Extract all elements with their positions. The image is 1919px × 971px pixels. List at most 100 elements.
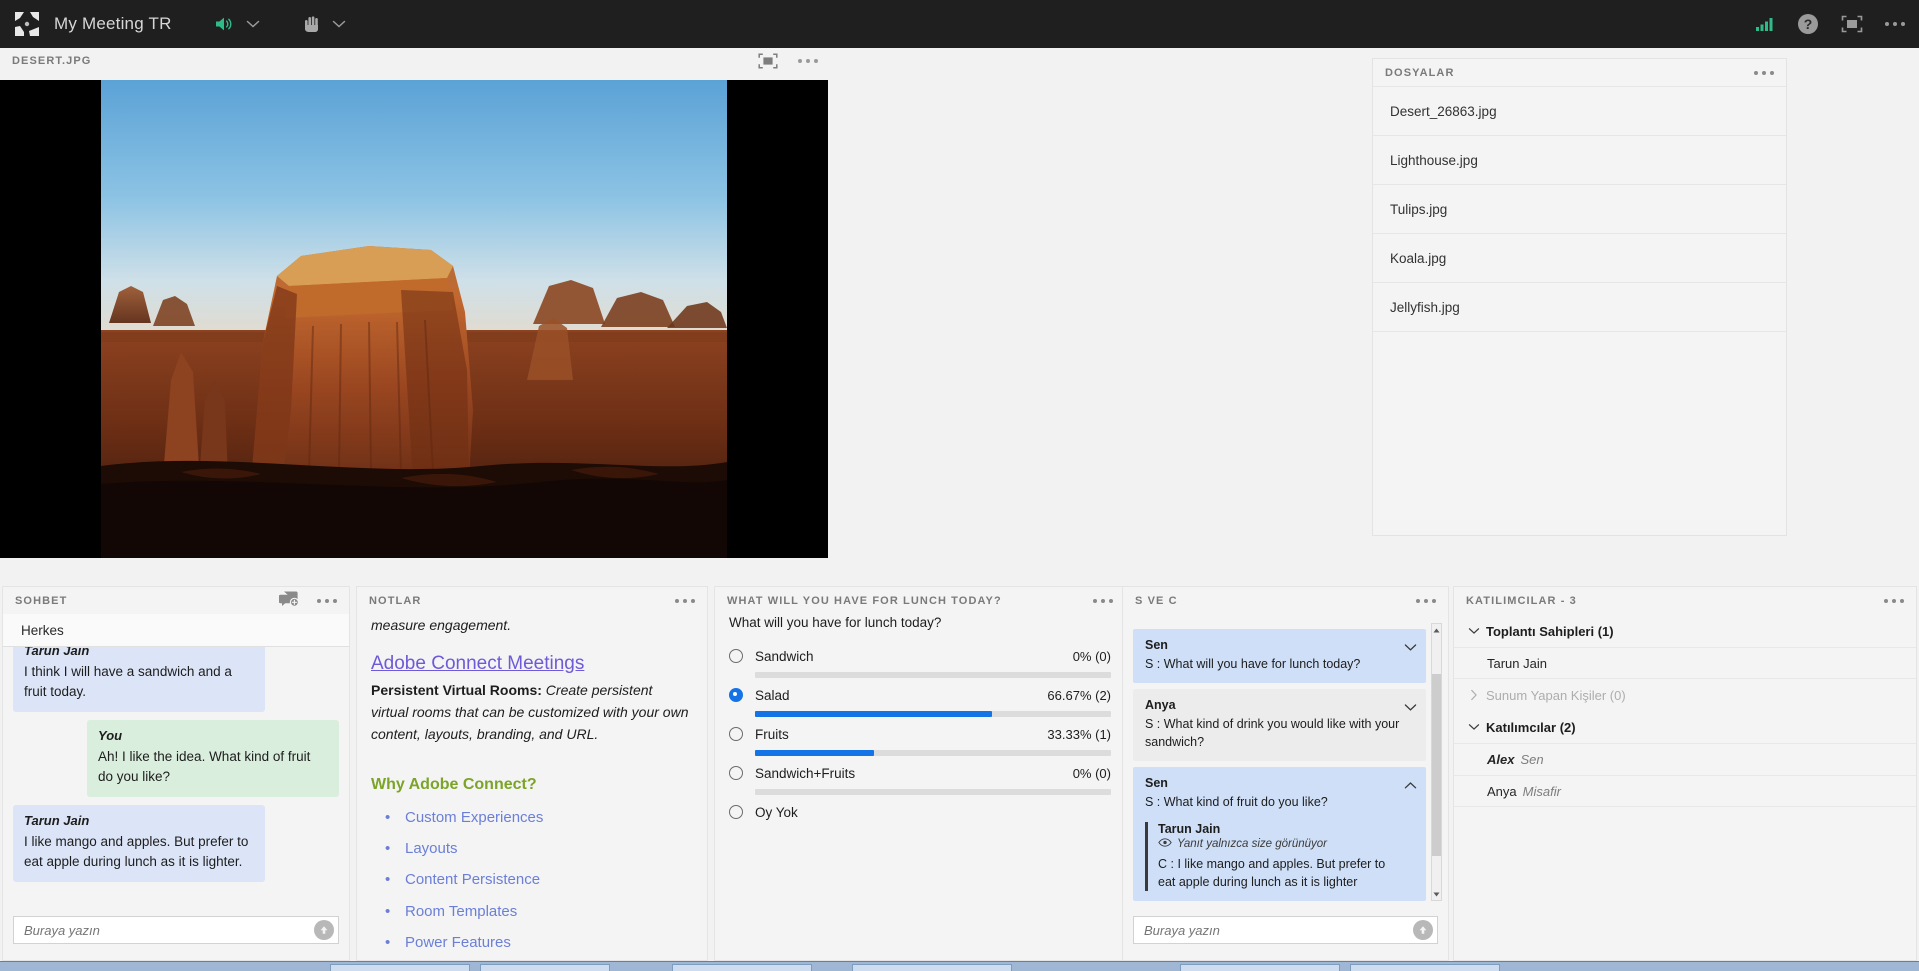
chevron-down-icon[interactable] <box>1404 639 1417 657</box>
share-pod: DESERT.JPG <box>0 48 828 558</box>
file-list-item[interactable]: Tulips.jpg <box>1373 184 1786 233</box>
poll-radio[interactable] <box>729 805 743 819</box>
chevron-right-icon[interactable] <box>1462 689 1486 701</box>
qa-question-item[interactable]: Anya S : What kind of drink you would li… <box>1133 689 1426 762</box>
qa-question-item[interactable]: Sen S : What will you have for lunch tod… <box>1133 629 1426 684</box>
file-list-item[interactable]: Koala.jpg <box>1373 233 1786 282</box>
notes-pod-menu-icon[interactable] <box>675 598 695 603</box>
poll-option[interactable]: Oy Yok <box>729 800 1111 824</box>
poll-option[interactable]: Sandwich 0% (0) <box>729 644 1111 678</box>
chevron-up-icon[interactable] <box>1404 777 1417 795</box>
taskbar-button[interactable] <box>1350 964 1500 971</box>
new-chat-icon[interactable] <box>278 590 299 612</box>
notes-body[interactable]: measure engagement. Adobe Connect Meetin… <box>357 615 707 962</box>
poll-radio[interactable] <box>729 727 743 741</box>
notes-bullet-item[interactable]: Content Persistence <box>371 868 693 892</box>
raise-hand-control[interactable] <box>302 14 346 34</box>
qa-question-list[interactable]: Sen S : What will you have for lunch tod… <box>1123 617 1448 904</box>
qa-send-arrow-icon[interactable] <box>1413 920 1433 940</box>
qa-question-text: S : What kind of fruit do you like? <box>1145 795 1328 810</box>
file-list-item[interactable]: Lighthouse.jpg <box>1373 135 1786 184</box>
poll-pod-header: WHAT WILL YOU HAVE FOR LUNCH TODAY? <box>715 587 1125 614</box>
chat-message-sender: You <box>98 727 123 743</box>
poll-option[interactable]: Fruits 33.33% (1) <box>729 722 1111 756</box>
poll-pod-menu-icon[interactable] <box>1093 598 1113 603</box>
bottom-pod-row: SOHBET Herkes Tarun Jain I think I will … <box>0 586 1919 961</box>
attendee-row[interactable]: Anya Misafir <box>1454 775 1916 807</box>
files-pod: DOSYALAR Desert_26863.jpg Lighthouse.jpg… <box>1372 58 1787 536</box>
send-arrow-icon[interactable] <box>314 920 334 940</box>
chat-tab-bar: Herkes <box>3 614 349 647</box>
scroll-down-arrow-icon[interactable] <box>1432 888 1441 900</box>
share-pod-stage[interactable] <box>0 80 828 558</box>
scroll-up-arrow-icon[interactable] <box>1432 624 1441 636</box>
poll-option-bar <box>755 672 1111 678</box>
notes-bullet-item[interactable]: Room Templates <box>371 900 693 924</box>
files-pod-menu-icon[interactable] <box>1754 70 1774 75</box>
taskbar-button[interactable] <box>480 964 610 971</box>
notes-bullet-item[interactable]: Custom Experiences <box>371 806 693 830</box>
file-list-item[interactable]: Desert_26863.jpg <box>1373 86 1786 135</box>
chat-pod-menu-icon[interactable] <box>317 598 337 603</box>
poll-radio[interactable] <box>729 688 743 702</box>
qa-question-item[interactable]: Sen S : What kind of fruit do you like? … <box>1133 767 1426 901</box>
attendee-group-participants[interactable]: Katılımcılar (2) <box>1454 711 1916 743</box>
attendee-group-hosts[interactable]: Toplantı Sahipleri (1) <box>1454 615 1916 647</box>
chevron-down-icon[interactable] <box>1404 699 1417 717</box>
taskbar-button[interactable] <box>330 964 470 971</box>
file-name: Koala.jpg <box>1390 250 1447 266</box>
attendee-group-presenters[interactable]: Sunum Yapan Kişiler (0) <box>1454 679 1916 711</box>
poll-option[interactable]: Salad 66.67% (2) <box>729 683 1111 717</box>
poll-option-bar <box>755 789 1111 795</box>
notes-pod-title: NOTLAR <box>369 594 422 607</box>
poll-option-label: Fruits <box>755 726 789 742</box>
files-list: Desert_26863.jpg Lighthouse.jpg Tulips.j… <box>1373 86 1786 332</box>
qa-scrollbar[interactable] <box>1431 623 1442 901</box>
qa-pod-menu-icon[interactable] <box>1416 598 1436 603</box>
chat-pod: SOHBET Herkes Tarun Jain I think I will … <box>2 586 350 961</box>
chat-input[interactable] <box>13 916 339 944</box>
chat-tab-everyone[interactable]: Herkes <box>21 623 64 638</box>
chevron-down-icon[interactable] <box>1462 723 1486 731</box>
share-pod-menu-icon[interactable] <box>798 59 818 63</box>
taskbar-button[interactable] <box>852 964 1012 971</box>
attendees-body: Toplantı Sahipleri (1) Tarun Jain Sunum … <box>1454 615 1916 807</box>
connection-signal-icon[interactable] <box>1755 16 1775 32</box>
share-fullscreen-icon[interactable] <box>758 53 778 69</box>
speaker-control[interactable] <box>214 15 260 33</box>
attendees-pod: KATILIMCILAR - 3 Toplantı Sahipleri (1) … <box>1453 586 1917 961</box>
poll-radio[interactable] <box>729 766 743 780</box>
taskbar-button[interactable] <box>1180 964 1340 971</box>
chevron-down-icon[interactable] <box>1462 627 1486 635</box>
poll-option[interactable]: Sandwich+Fruits 0% (0) <box>729 761 1111 795</box>
attendee-group-label: Sunum Yapan Kişiler (0) <box>1486 687 1626 703</box>
hand-chevron-down-icon[interactable] <box>332 19 346 29</box>
poll-radio[interactable] <box>729 649 743 663</box>
chat-message-sender: Tarun Jain <box>24 812 90 828</box>
more-options-icon[interactable] <box>1885 22 1905 26</box>
notes-link[interactable]: Adobe Connect Meetings <box>371 649 693 678</box>
poll-body: What will you have for lunch today? Sand… <box>715 615 1125 829</box>
qa-question-text: S : What will you have for lunch today? <box>1145 657 1361 671</box>
poll-bar-fill <box>755 750 874 756</box>
qa-pod-header: S VE C <box>1123 587 1448 614</box>
notes-bullet-item[interactable]: Layouts <box>371 837 693 861</box>
chat-message: Tarun Jain I like mango and apples. But … <box>13 804 265 882</box>
qa-pod: S VE C Sen S : What will you have for lu… <box>1122 586 1449 961</box>
attendee-row[interactable]: Alex Sen <box>1454 743 1916 775</box>
help-circle-icon[interactable]: ? <box>1797 13 1819 35</box>
speaker-chevron-down-icon[interactable] <box>246 19 260 29</box>
raise-hand-icon[interactable] <box>302 14 322 34</box>
qa-scroll-thumb[interactable] <box>1432 674 1441 856</box>
attendees-pod-menu-icon[interactable] <box>1884 598 1904 603</box>
speaker-on-icon[interactable] <box>214 15 236 33</box>
os-taskbar[interactable] <box>0 961 1919 971</box>
file-list-item[interactable]: Jellyfish.jpg <box>1373 282 1786 331</box>
poll-option-label: Sandwich+Fruits <box>755 765 856 781</box>
taskbar-button[interactable] <box>672 964 812 971</box>
fullscreen-icon[interactable] <box>1841 15 1863 33</box>
attendee-row[interactable]: Tarun Jain <box>1454 647 1916 679</box>
qa-input[interactable] <box>1133 916 1438 944</box>
notes-bullet-item[interactable]: Power Features <box>371 931 693 955</box>
chat-message-list[interactable]: Tarun Jain I think I will have a sandwic… <box>3 647 349 902</box>
